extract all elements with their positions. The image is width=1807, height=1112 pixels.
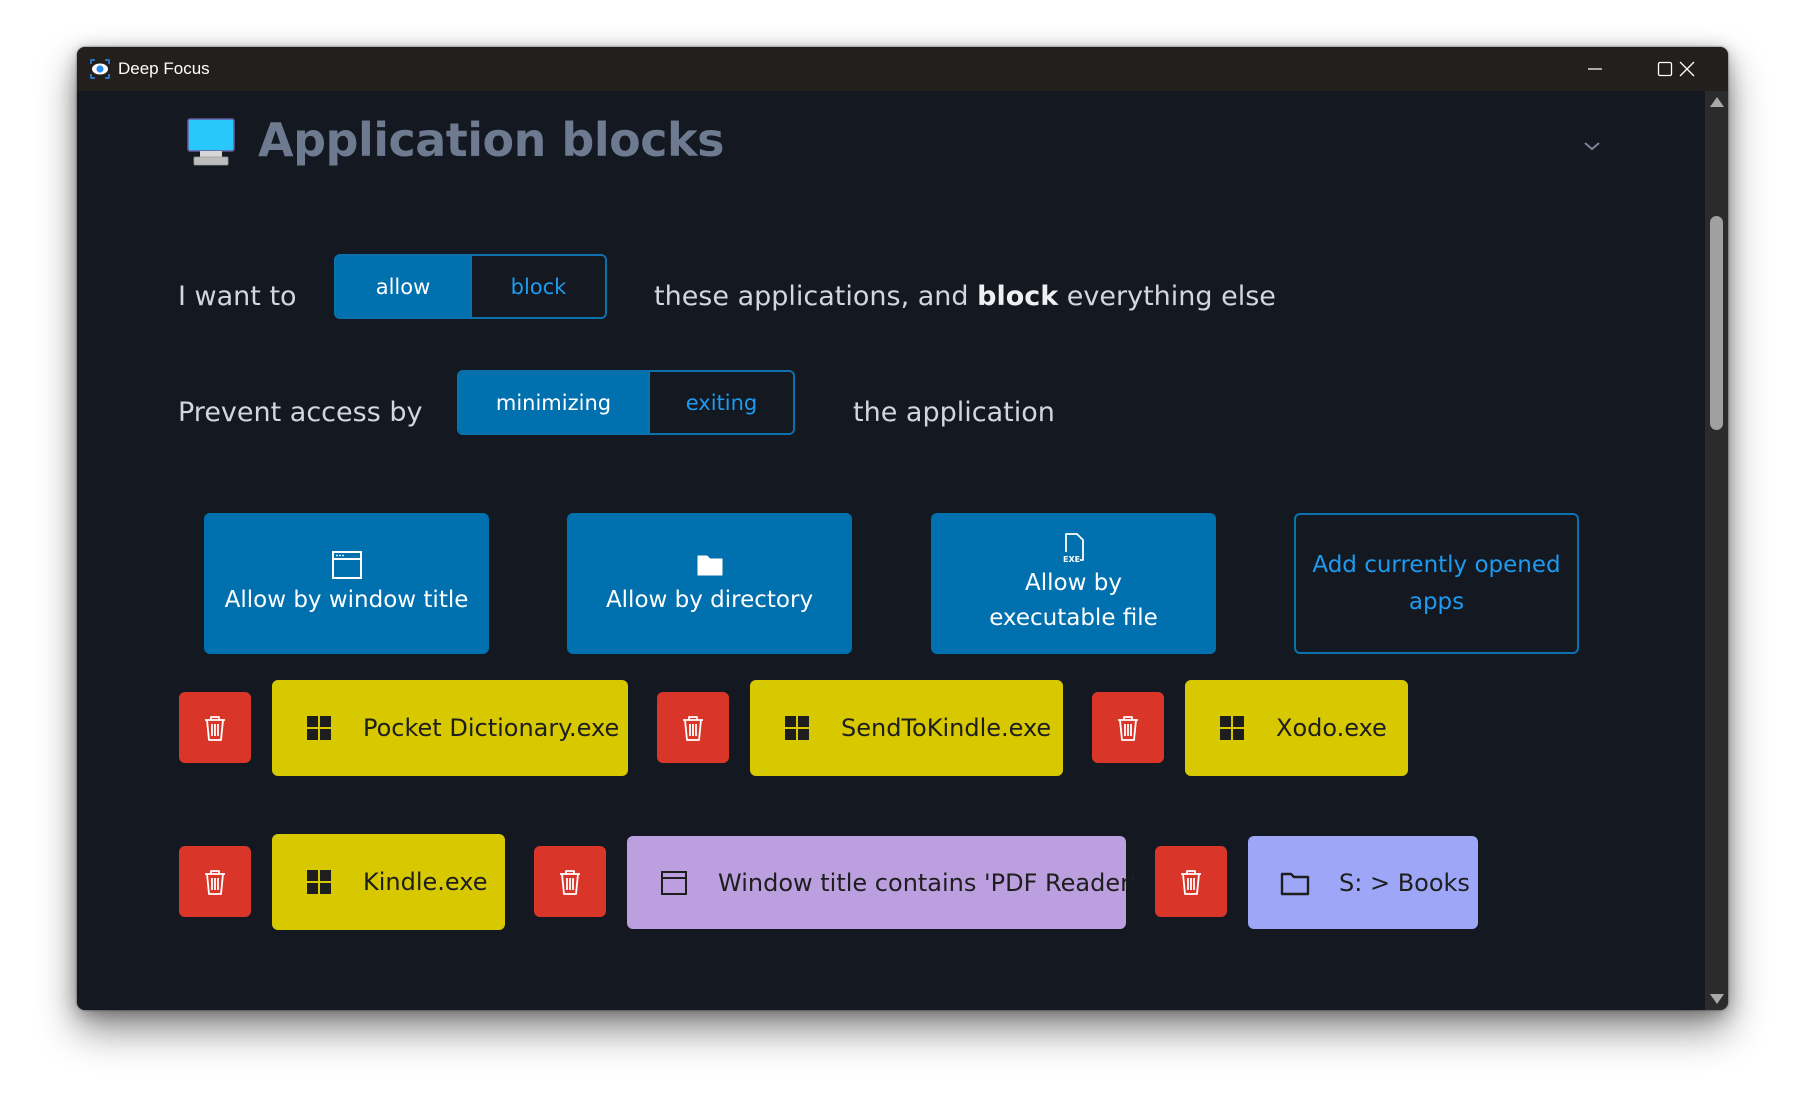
delete-rule-button[interactable] bbox=[1155, 846, 1227, 917]
windows-logo-icon bbox=[307, 716, 331, 740]
close-button[interactable] bbox=[1652, 47, 1722, 91]
rule-label: SendToKindle.exe bbox=[841, 714, 1052, 742]
window-title: Deep Focus bbox=[118, 59, 210, 78]
mode-suffix-start: these applications, and bbox=[654, 281, 978, 312]
allow-by-directory-button[interactable]: Allow by directory bbox=[567, 513, 852, 654]
trash-icon bbox=[1118, 715, 1138, 741]
app-window: Deep Focus Application blocks I want to … bbox=[77, 47, 1728, 1010]
rule-label: Xodo.exe bbox=[1276, 714, 1387, 742]
mode-suffix-end: everything else bbox=[1058, 281, 1276, 312]
folder-icon bbox=[1280, 872, 1310, 895]
allow-by-window-title-label: Allow by window title bbox=[224, 587, 469, 613]
title-bar: Deep Focus bbox=[77, 47, 1728, 91]
section-title: Application blocks bbox=[258, 113, 724, 167]
delete-rule-button[interactable] bbox=[179, 846, 251, 917]
exe-file-icon: EXE bbox=[1063, 532, 1084, 564]
delete-rule-button[interactable] bbox=[534, 846, 606, 917]
window-icon bbox=[331, 551, 362, 579]
svg-text:EXE: EXE bbox=[1063, 555, 1080, 564]
rule-chip-window-title[interactable]: Window title contains 'PDF Reader' bbox=[627, 836, 1137, 929]
scroll-down-arrow-icon[interactable] bbox=[1710, 994, 1724, 1004]
folder-icon bbox=[697, 555, 722, 576]
prevent-toggle[interactable]: minimizing exiting bbox=[457, 370, 795, 435]
rule-label: Pocket Dictionary.exe bbox=[363, 714, 620, 742]
mode-option-allow[interactable]: allow bbox=[336, 256, 470, 317]
delete-rule-button[interactable] bbox=[657, 692, 729, 763]
mode-prefix-label: I want to bbox=[178, 281, 297, 312]
mode-suffix-bold: block bbox=[977, 281, 1059, 312]
vertical-scrollbar[interactable] bbox=[1705, 91, 1728, 1010]
rule-chip-directory[interactable]: S: > Books bbox=[1248, 836, 1478, 929]
add-currently-opened-apps-label: Add currently opened apps bbox=[1312, 551, 1561, 615]
minimize-button[interactable] bbox=[1560, 47, 1630, 91]
rule-label: Kindle.exe bbox=[363, 868, 488, 896]
scroll-up-arrow-icon[interactable] bbox=[1710, 97, 1724, 107]
mode-toggle[interactable]: allow block bbox=[334, 254, 607, 319]
desktop-computer-icon bbox=[187, 118, 235, 166]
rule-label: Window title contains 'PDF Reader' bbox=[718, 868, 1137, 897]
prevent-suffix-label: the application bbox=[853, 397, 1055, 428]
prevent-option-exiting[interactable]: exiting bbox=[648, 372, 793, 433]
delete-rule-button[interactable] bbox=[179, 692, 251, 763]
add-currently-opened-apps-button[interactable]: Add currently opened apps bbox=[1294, 513, 1579, 654]
windows-logo-icon bbox=[1220, 716, 1244, 740]
rule-chip-executable[interactable]: SendToKindle.exe bbox=[750, 680, 1063, 776]
mode-suffix-label: these applications, and block everything… bbox=[654, 279, 1276, 315]
eye-icon bbox=[90, 59, 110, 79]
rule-chip-executable[interactable]: Pocket Dictionary.exe bbox=[272, 680, 628, 776]
trash-icon bbox=[560, 869, 580, 895]
allow-by-directory-label: Allow by directory bbox=[605, 587, 814, 613]
chevron-down-icon[interactable] bbox=[1580, 134, 1604, 158]
windows-logo-icon bbox=[307, 870, 331, 894]
trash-icon bbox=[205, 715, 225, 741]
prevent-prefix-label: Prevent access by bbox=[178, 397, 423, 428]
rule-chip-executable[interactable]: Kindle.exe bbox=[272, 834, 505, 930]
rule-chip-executable[interactable]: Xodo.exe bbox=[1185, 680, 1408, 776]
window-icon bbox=[661, 870, 687, 895]
trash-icon bbox=[683, 715, 703, 741]
rule-label: S: > Books bbox=[1339, 868, 1470, 897]
scroll-thumb[interactable] bbox=[1710, 216, 1723, 430]
allow-by-executable-button[interactable]: EXE Allow by executable file bbox=[931, 513, 1216, 654]
mode-option-block[interactable]: block bbox=[470, 256, 605, 317]
allow-by-window-title-button[interactable]: Allow by window title bbox=[204, 513, 489, 654]
close-icon bbox=[1679, 61, 1695, 77]
prevent-option-minimizing[interactable]: minimizing bbox=[459, 372, 648, 433]
minimize-icon bbox=[1588, 68, 1602, 70]
delete-rule-button[interactable] bbox=[1092, 692, 1164, 763]
windows-logo-icon bbox=[785, 716, 809, 740]
trash-icon bbox=[1181, 869, 1201, 895]
trash-icon bbox=[205, 869, 225, 895]
main-content: Application blocks I want to allow block… bbox=[77, 91, 1705, 1010]
allow-by-executable-label: Allow by executable file bbox=[989, 569, 1158, 631]
